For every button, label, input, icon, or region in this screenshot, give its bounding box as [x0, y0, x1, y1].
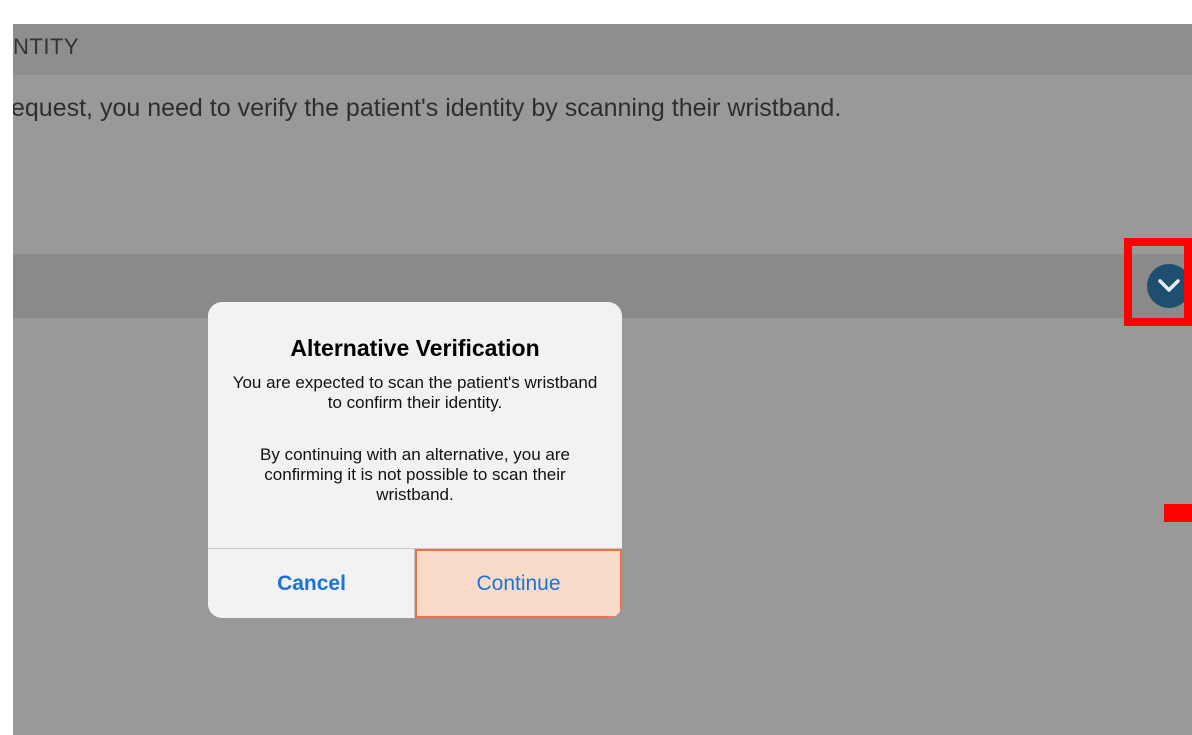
dialog-title: Alternative Verification [290, 335, 540, 361]
section-header: NTITY [13, 24, 1192, 75]
cancel-button[interactable]: Cancel [208, 549, 415, 618]
dialog-message-scan: You are expected to scan the patient's w… [232, 373, 598, 412]
annotation-marker [1164, 504, 1192, 522]
chevron-down-circle-icon [1158, 279, 1180, 292]
dialog-message-alternative: By continuing with an alternative, you a… [260, 445, 570, 504]
expand-button[interactable] [1147, 264, 1191, 308]
section-header-label: NTITY [13, 34, 80, 59]
instruction-text: equest, you need to verify the patient's… [13, 94, 842, 122]
alert-dialog: Alternative Verification You are expecte… [208, 302, 622, 618]
continue-button[interactable]: Continue [415, 549, 622, 618]
